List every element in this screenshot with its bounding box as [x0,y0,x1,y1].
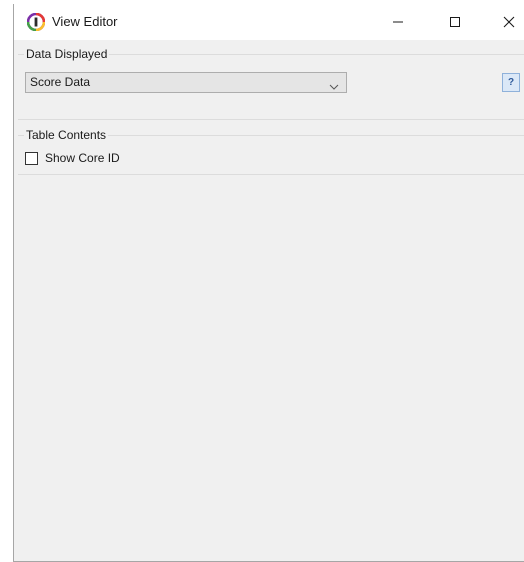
minimize-icon [392,16,404,28]
help-button[interactable]: ? [502,73,520,92]
view-editor-window: View Editor Data Displayed Score Data ? [13,4,524,562]
maximize-button[interactable] [432,4,478,40]
close-icon [503,16,515,28]
show-core-id-label[interactable]: Show Core ID [45,151,120,165]
show-core-id-row[interactable]: Show Core ID [25,150,120,166]
chevron-down-icon [329,78,339,90]
data-displayed-value: Score Data [30,75,91,89]
data-displayed-select[interactable]: Score Data [25,72,347,93]
title-bar[interactable]: View Editor [14,4,524,40]
app-logo-icon [26,12,46,32]
close-button[interactable] [486,4,524,40]
data-displayed-group: Data Displayed Score Data [18,47,524,120]
minimize-button[interactable] [375,4,421,40]
show-core-id-checkbox[interactable] [25,151,38,165]
data-displayed-label: Data Displayed [24,47,110,61]
maximize-icon [449,16,461,28]
window-title: View Editor [52,14,118,29]
table-contents-label: Table Contents [24,128,109,142]
